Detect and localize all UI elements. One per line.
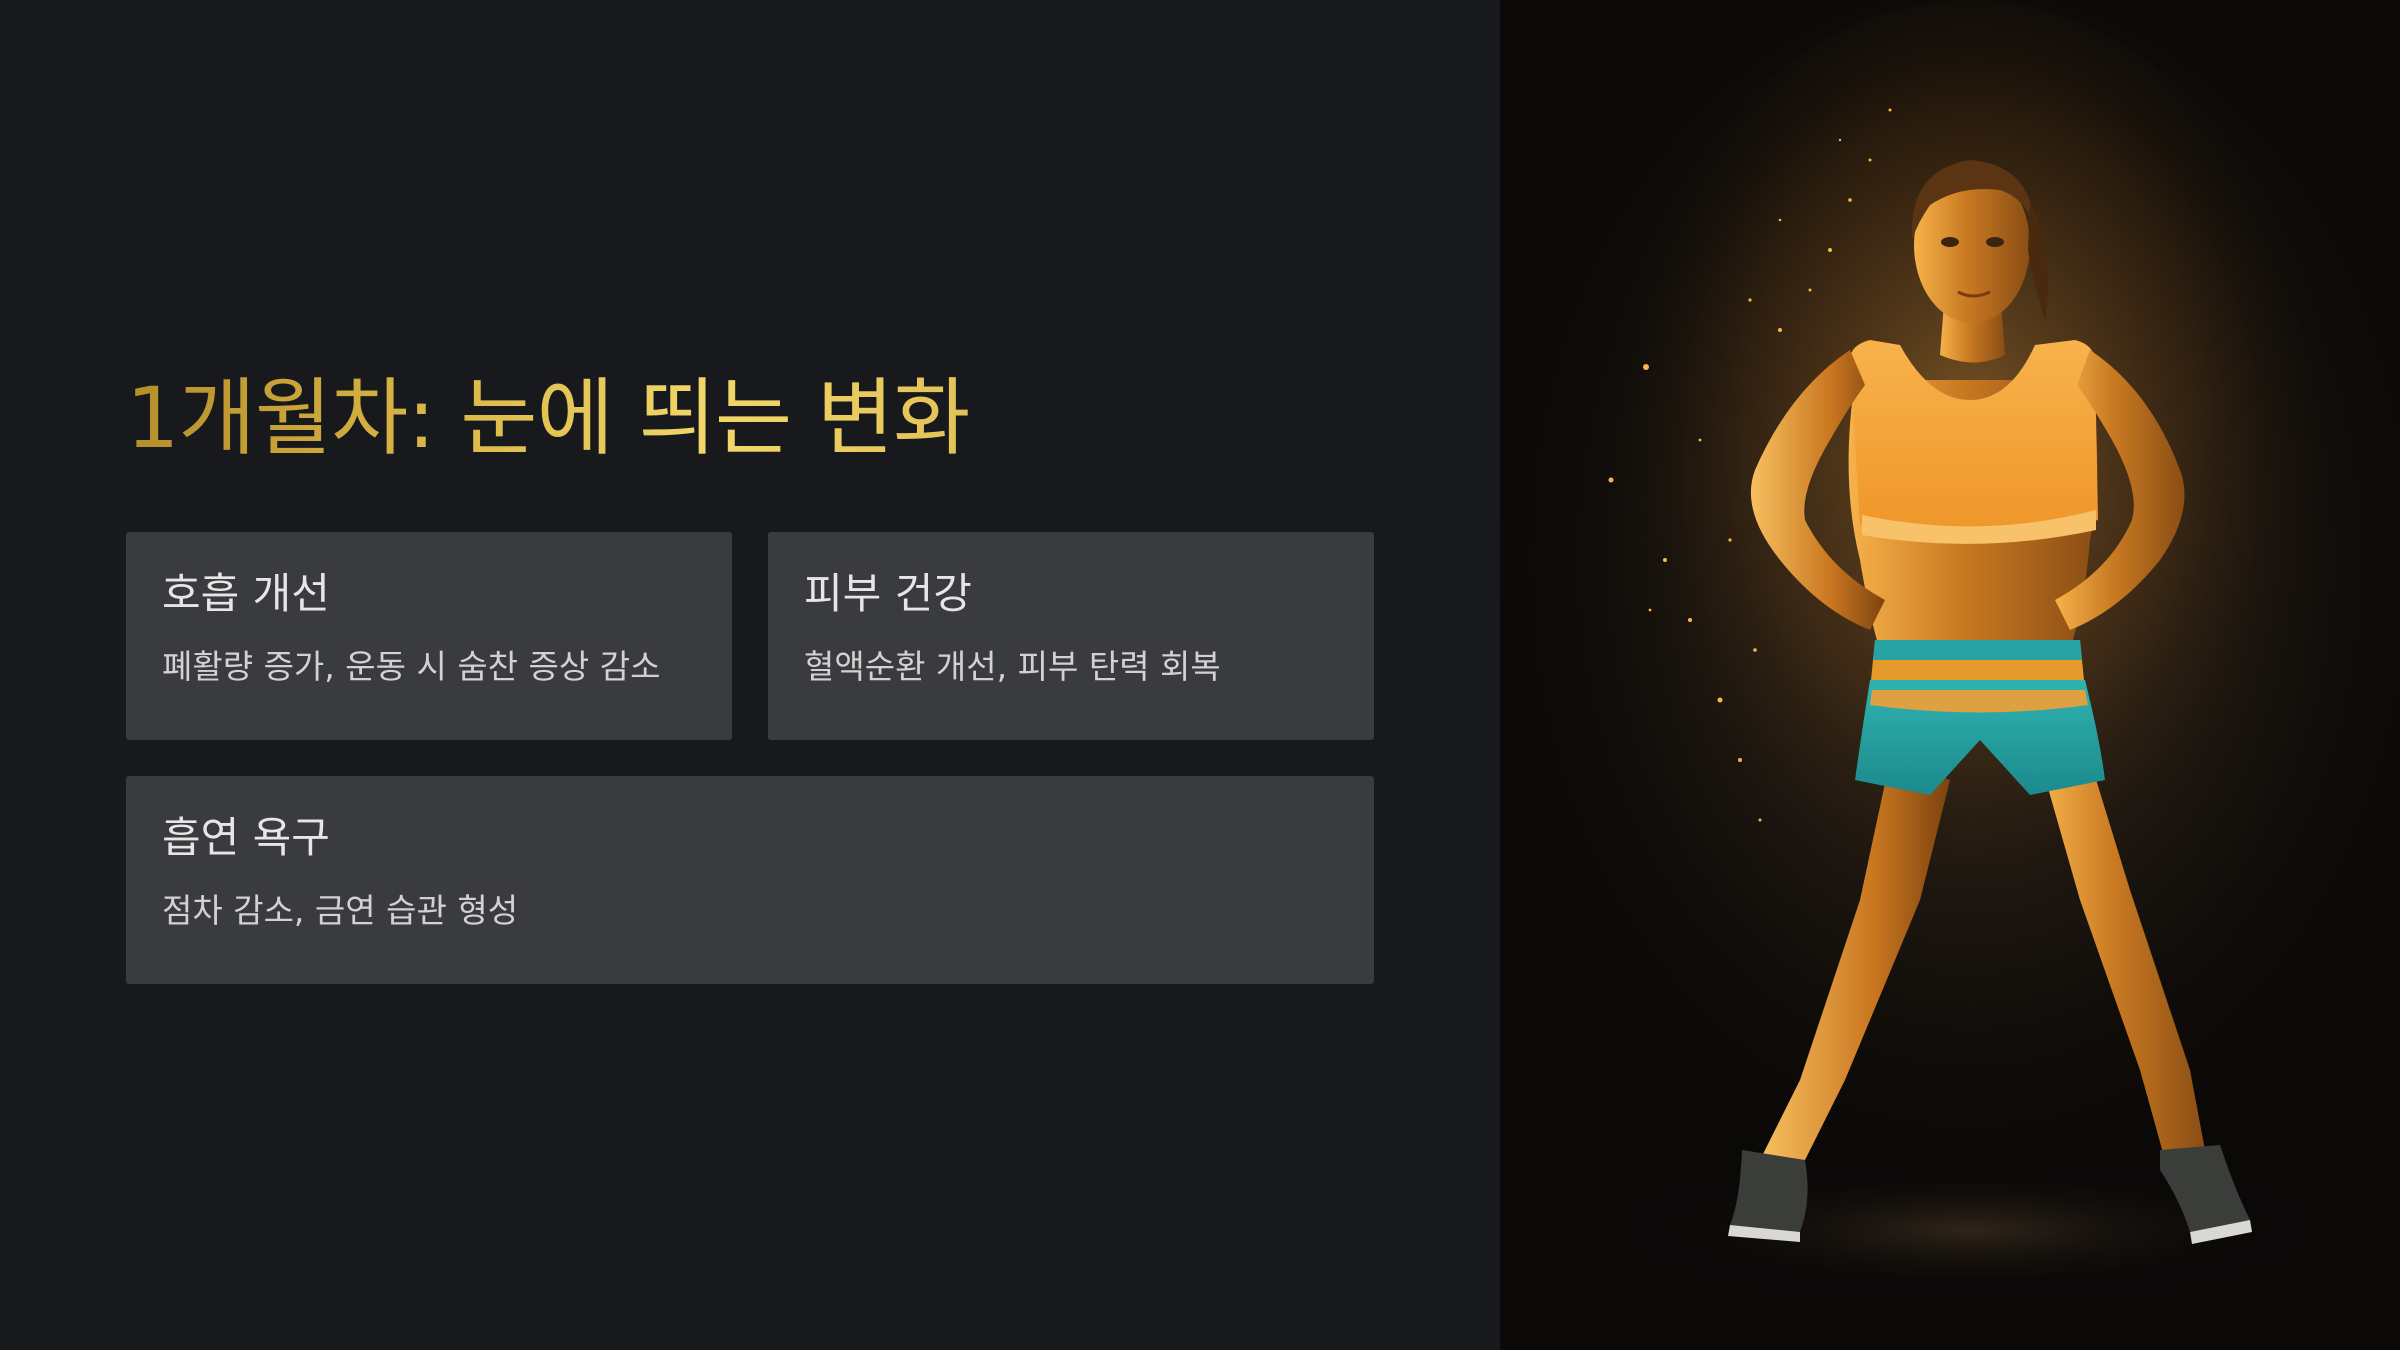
card-description: 혈액순환 개선, 피부 탄력 회복 [804,647,1221,686]
slide-title: 1개월차: 눈에 띄는 변화 [126,358,970,478]
slide: 1개월차: 눈에 띄는 변화 호흡 개선 폐활량 증가, 운동 시 숨찬 증상 … [0,0,2400,1350]
card-title: 호흡 개선 [162,569,330,618]
card-craving: 흡연 욕구 점차 감소, 금연 습관 형성 [126,776,1374,984]
card-breathing: 호흡 개선 폐활량 증가, 운동 시 숨찬 증상 감소 [126,532,732,740]
card-skin: 피부 건강 혈액순환 개선, 피부 탄력 회복 [768,532,1374,740]
card-description: 점차 감소, 금연 습관 형성 [162,891,519,930]
fitness-woman-image [1500,0,2400,1350]
card-title: 흡연 욕구 [162,813,330,862]
card-title: 피부 건강 [804,569,972,618]
figure-illustration [1590,0,2350,1300]
content-panel: 1개월차: 눈에 띄는 변화 호흡 개선 폐활량 증가, 운동 시 숨찬 증상 … [0,0,1500,1350]
card-description: 폐활량 증가, 운동 시 숨찬 증상 감소 [162,647,661,686]
